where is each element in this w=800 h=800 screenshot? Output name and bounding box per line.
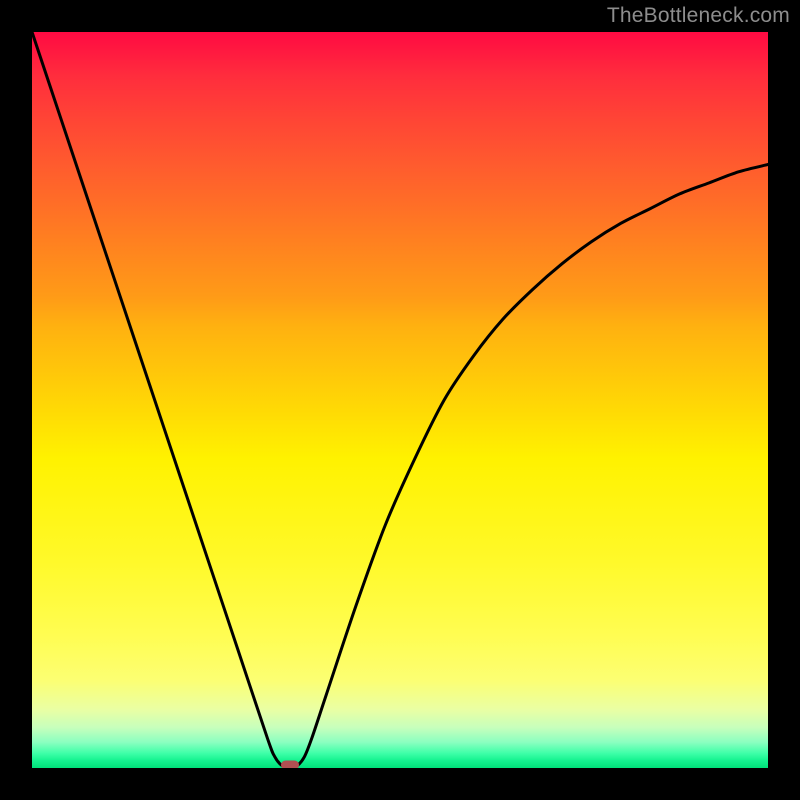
chart-frame: TheBottleneck.com (0, 0, 800, 800)
curve-svg (32, 32, 768, 768)
plot-area (32, 32, 768, 768)
watermark-text: TheBottleneck.com (607, 4, 790, 28)
bottleneck-curve (32, 32, 768, 767)
minimum-marker (281, 761, 299, 768)
